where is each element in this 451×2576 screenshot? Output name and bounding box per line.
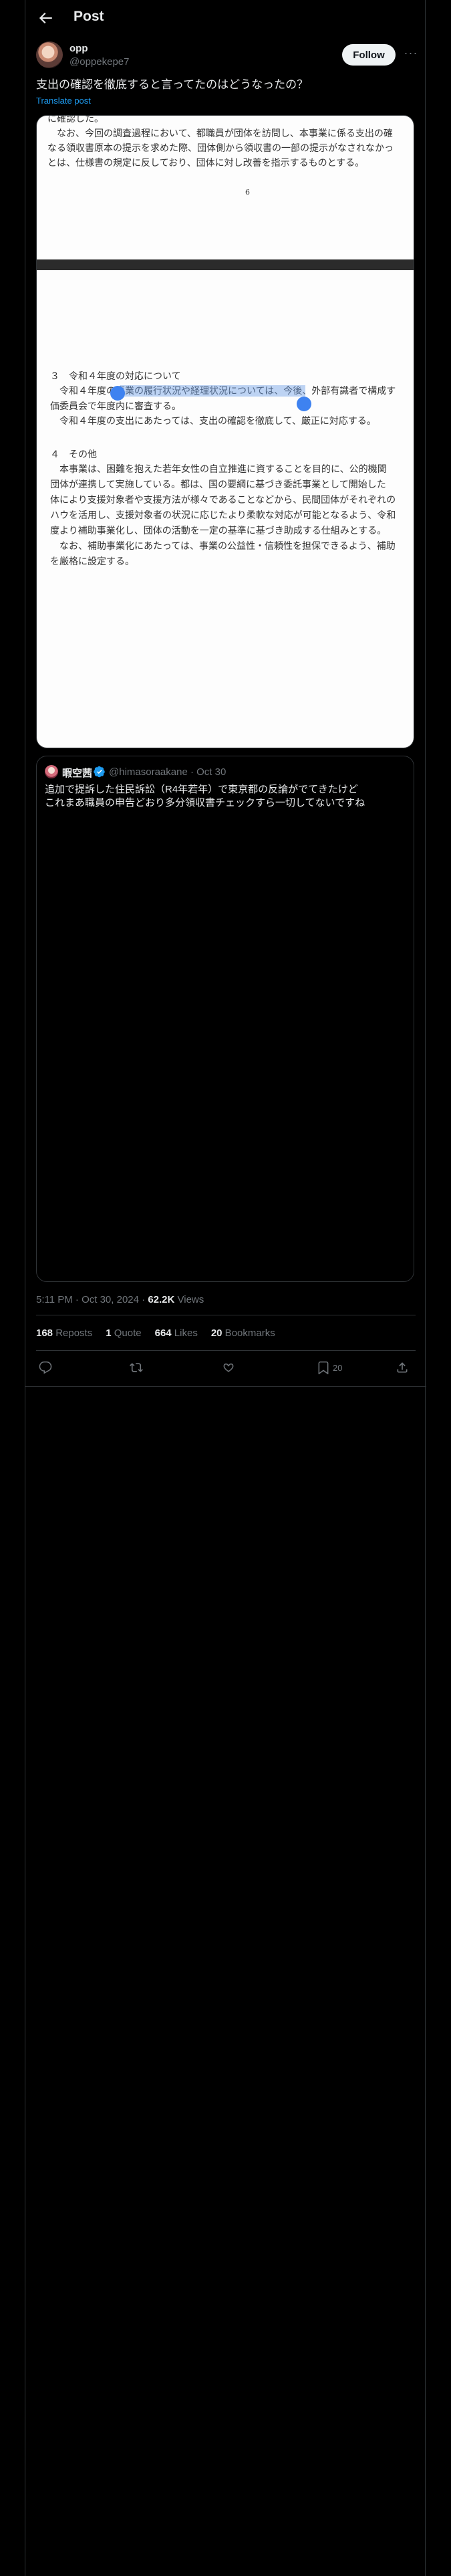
like-button[interactable] xyxy=(222,1359,235,1376)
bookmarks-stat[interactable]: 20 Bookmarks xyxy=(211,1327,275,1339)
main-column: Post opp @oppekepe7 Follow ··· 支出の確認を徹底す… xyxy=(25,0,426,2576)
quoted-post[interactable]: 暇空茜 @himasoraakane · Oct 30 追加で提訴した住民訴訟（… xyxy=(36,756,414,1282)
repost-icon xyxy=(130,1363,143,1372)
document-line: ハウを活用し、支援対象者の状況に応じたより柔軟な対応が可能となるよう、令和 xyxy=(50,510,396,521)
user-handle[interactable]: @oppekepe7 xyxy=(69,56,129,68)
document-heading: ３ 令和４年度の対応について xyxy=(50,371,181,382)
bookmark-count: 20 xyxy=(333,1362,343,1373)
likes-label: Likes xyxy=(171,1327,198,1339)
bookmark-icon xyxy=(318,1361,329,1374)
share-button[interactable] xyxy=(396,1359,409,1376)
engagement-stats: 168 Reposts 1 Quote 664 Likes 20 Bookmar… xyxy=(36,1327,275,1339)
views-count: 62.2K xyxy=(148,1294,175,1305)
post-image[interactable]: に確認した。 なお、今回の調査過程において、都職員が団体を訪問し、本事業に係る支… xyxy=(36,115,414,748)
bookmark-button[interactable]: 20 xyxy=(317,1359,342,1376)
repost-button[interactable] xyxy=(130,1359,143,1376)
quotes-stat[interactable]: 1 Quote xyxy=(106,1327,141,1339)
text-selection-highlight xyxy=(120,385,305,397)
quoted-text: 追加で提訴した住民訴訟（R4年若年）で東京都の反論がでてきたけど これまあ職員の… xyxy=(45,783,365,810)
document-line: を厳格に設定する。 xyxy=(50,556,134,567)
document-line: 令和４年度の支出にあたっては、支出の確認を徹底して、厳正に対応する。 xyxy=(50,416,376,427)
reposts-stat[interactable]: 168 Reposts xyxy=(36,1327,92,1339)
likes-count: 664 xyxy=(154,1327,172,1339)
bookmarks-count: 20 xyxy=(210,1327,222,1339)
document-line: 価委員会で年度内に審査する。 xyxy=(50,401,181,412)
heart-icon xyxy=(223,1363,234,1372)
document-heading: ４ その他 xyxy=(50,449,97,460)
document-line: なる領収書原本の提示を求めた際、団体側から領収書の一部の提示がなされなかっ xyxy=(47,143,394,154)
page-number: 6 xyxy=(245,188,250,197)
document-line: なお、今回の調査過程において、都職員が団体を訪問し、本事業に係る支出の確 xyxy=(47,128,393,139)
document-line: なお、補助事業化にあたっては、事業の公益性・信頼性を担保できるよう、補助 xyxy=(50,541,396,552)
divider xyxy=(36,1350,416,1351)
share-icon xyxy=(397,1362,408,1373)
reply-icon xyxy=(39,1361,52,1374)
post-text: 支出の確認を徹底すると言ってたのはどうなったの？ xyxy=(36,78,309,91)
quoted-handle[interactable]: @himasoraakane xyxy=(109,766,188,778)
document-line: 本事業は、困難を抱えた若年女性の自立推進に資することを目的に、公的機関 xyxy=(50,464,387,475)
document-line: 体により支援対象者や支援方法が様々であることなどから、民間団体がそれぞれの xyxy=(50,495,396,506)
quotes-label: Quote xyxy=(111,1327,142,1339)
quoted-meta: @himasoraakane · Oct 30 xyxy=(109,766,226,778)
reply-button[interactable] xyxy=(39,1359,52,1376)
page-header: Post xyxy=(25,0,426,35)
action-bar: 20 xyxy=(36,1359,416,1376)
follow-button[interactable]: Follow xyxy=(342,44,396,66)
reposts-count: 168 xyxy=(36,1327,53,1339)
divider xyxy=(25,1386,426,1387)
selection-start-handle[interactable] xyxy=(110,386,125,401)
post-timestamp[interactable]: 5:11 PM · Oct 30, 2024 · xyxy=(36,1294,148,1305)
display-name[interactable]: opp xyxy=(69,43,88,54)
document-line: 度より補助事業化し、団体の活動を一定の基準に基づき助成する仕組みとする。 xyxy=(50,526,387,536)
separator: · xyxy=(190,766,194,778)
views-label: Views xyxy=(174,1294,204,1305)
document-line: に確認した。 xyxy=(47,115,104,124)
selection-end-handle[interactable] xyxy=(297,397,311,411)
quotes-count: 1 xyxy=(106,1327,112,1339)
bookmarks-label: Bookmarks xyxy=(222,1327,275,1339)
document-line: 団体が連携して実施している。都は、国の要綱に基づき委託事業として開始した xyxy=(50,479,386,490)
post-meta: 5:11 PM · Oct 30, 2024 · 62.2K Views xyxy=(36,1294,204,1305)
page-title: Post xyxy=(73,9,104,24)
page-divider xyxy=(37,259,414,270)
likes-stat[interactable]: 664 Likes xyxy=(155,1327,198,1339)
avatar[interactable] xyxy=(36,41,63,68)
verified-badge-icon xyxy=(94,766,105,778)
document-page: ３ 令和４年度の対応について 令和４年度の事業の履行状況や経理状況については、今… xyxy=(37,270,414,748)
quoted-text-line: 追加で提訴した住民訴訟（R4年若年）で東京都の反論がでてきたけど xyxy=(45,784,358,795)
quoted-date[interactable]: Oct 30 xyxy=(196,766,226,778)
back-arrow-icon[interactable] xyxy=(37,9,54,27)
reposts-label: Reposts xyxy=(53,1327,93,1339)
quoted-text-line: これまあ職員の申告どおり多分領収書チェックすら一切してないですね xyxy=(45,797,365,809)
more-options-icon[interactable]: ··· xyxy=(404,47,418,62)
post-author: opp @oppekepe7 Follow ··· xyxy=(36,41,418,71)
quoted-display-name[interactable]: 暇空茜 xyxy=(62,766,92,780)
document-line: とは、仕様書の規定に反しており、団体に対し改善を指示するものとする。 xyxy=(47,158,365,169)
translate-post-link[interactable]: Translate post xyxy=(36,96,91,106)
avatar[interactable] xyxy=(45,765,58,778)
document-page: に確認した。 なお、今回の調査過程において、都職員が団体を訪問し、本事業に係る支… xyxy=(37,116,414,259)
